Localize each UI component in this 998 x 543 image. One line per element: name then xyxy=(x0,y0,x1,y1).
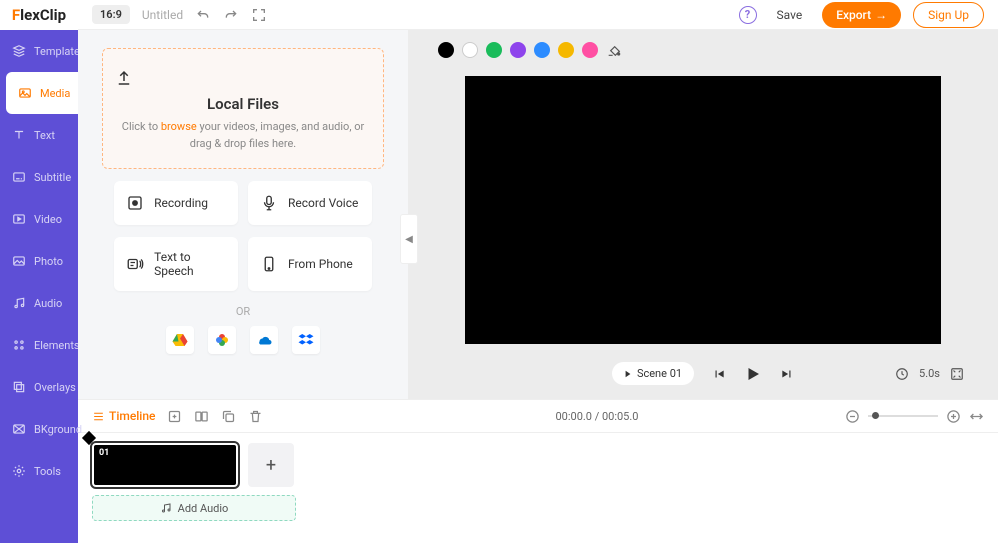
overlays-icon xyxy=(12,380,26,394)
bg-icon xyxy=(12,422,26,436)
sidebar-item-subtitle[interactable]: Subtitle xyxy=(0,156,78,198)
local-files-dropzone[interactable]: Local Files Click to browse your videos,… xyxy=(102,48,384,169)
subtitle-icon xyxy=(12,170,26,184)
elements-icon xyxy=(12,338,26,352)
color-swatch-black[interactable] xyxy=(438,42,454,58)
sidebar-item-photo[interactable]: Photo xyxy=(0,240,78,282)
image-icon xyxy=(18,86,32,100)
tts-icon xyxy=(126,255,144,273)
zoom-slider[interactable] xyxy=(868,415,938,417)
fullscreen-icon[interactable] xyxy=(251,7,267,23)
export-button[interactable]: Export→ xyxy=(822,2,901,28)
stack-icon xyxy=(12,44,26,58)
color-swatch-yellow[interactable] xyxy=(558,42,574,58)
fit-icon[interactable] xyxy=(969,409,984,424)
project-title[interactable]: Untitled xyxy=(142,8,183,22)
sidebar-item-overlays[interactable]: Overlays xyxy=(0,366,78,408)
color-swatch-purple[interactable] xyxy=(510,42,526,58)
color-swatch-pink[interactable] xyxy=(582,42,598,58)
color-swatch-blue[interactable] xyxy=(534,42,550,58)
or-label: OR xyxy=(236,305,250,318)
text-icon xyxy=(12,128,26,142)
photo-icon xyxy=(12,254,26,268)
color-swatches xyxy=(438,38,968,66)
add-scene-button[interactable]: + xyxy=(248,443,294,487)
onedrive-icon[interactable] xyxy=(250,326,278,354)
canvas-area: Scene 01 5.0s xyxy=(408,30,998,399)
tools-icon xyxy=(12,464,26,478)
sidebar-item-bkground[interactable]: BKground xyxy=(0,408,78,450)
phone-icon xyxy=(260,255,278,273)
audio-icon xyxy=(12,296,26,310)
gphotos-icon[interactable] xyxy=(208,326,236,354)
sidebar-item-templates[interactable]: Templates xyxy=(0,30,78,72)
color-swatch-white[interactable] xyxy=(462,42,478,58)
paint-bucket-icon[interactable] xyxy=(606,42,622,58)
music-note-icon xyxy=(160,502,172,514)
dropbox-icon[interactable] xyxy=(292,326,320,354)
save-button[interactable]: Save xyxy=(769,4,811,26)
color-swatch-green[interactable] xyxy=(486,42,502,58)
clock-icon xyxy=(895,367,909,381)
record-icon xyxy=(126,194,144,212)
copy-icon[interactable] xyxy=(221,409,236,424)
arrow-right-icon: → xyxy=(875,8,887,22)
help-icon[interactable]: ? xyxy=(739,6,757,24)
text-to-speech-tile[interactable]: Text to Speech xyxy=(114,237,238,291)
undo-icon[interactable] xyxy=(195,7,211,23)
mic-icon xyxy=(260,194,278,212)
player-controls: Scene 01 5.0s xyxy=(438,354,968,393)
duration-label: 5.0s xyxy=(919,367,940,380)
prev-scene-icon[interactable] xyxy=(712,367,726,381)
timeline-tab[interactable]: Timeline xyxy=(92,409,155,423)
timeline-time: 00:00.0 / 00:05.0 xyxy=(555,410,638,423)
collapse-panel-button[interactable]: ◀ xyxy=(400,214,418,264)
play-icon[interactable] xyxy=(744,365,762,383)
add-scene-icon[interactable] xyxy=(167,409,182,424)
dropzone-title: Local Files xyxy=(115,95,371,113)
sidebar-item-text[interactable]: Text xyxy=(0,114,78,156)
from-phone-tile[interactable]: From Phone xyxy=(248,237,372,291)
video-canvas[interactable] xyxy=(465,76,941,344)
timeline-tracks: 01 + Add Audio xyxy=(78,433,998,543)
recording-tile[interactable]: Recording xyxy=(114,181,238,225)
delete-icon[interactable] xyxy=(248,409,263,424)
redo-icon[interactable] xyxy=(223,7,239,23)
logo[interactable]: FlexClip xyxy=(0,0,78,30)
signup-button[interactable]: Sign Up xyxy=(913,2,984,28)
sidebar-item-elements[interactable]: Elements xyxy=(0,324,78,366)
next-scene-icon[interactable] xyxy=(780,367,794,381)
scene-clip[interactable]: 01 xyxy=(92,443,238,487)
zoom-out-icon[interactable] xyxy=(845,409,860,424)
media-panel: Local Files Click to browse your videos,… xyxy=(78,30,408,399)
aspect-ratio-badge[interactable]: 16:9 xyxy=(92,5,130,24)
topbar: 16:9 Untitled ? Save Export→ Sign Up xyxy=(78,0,998,30)
dropzone-hint: Click to browse your videos, images, and… xyxy=(115,119,371,152)
add-audio-button[interactable]: Add Audio xyxy=(92,495,296,521)
scene-button[interactable]: Scene 01 xyxy=(612,362,694,385)
sidebar-item-audio[interactable]: Audio xyxy=(0,282,78,324)
split-icon[interactable] xyxy=(194,409,209,424)
timeline-toolbar: Timeline 00:00.0 / 00:05.0 xyxy=(78,399,998,433)
sidebar-item-tools[interactable]: Tools xyxy=(0,450,78,492)
sidebar: FlexClip TemplatesMediaTextSubtitleVideo… xyxy=(0,0,78,543)
expand-icon[interactable] xyxy=(950,367,964,381)
gdrive-icon[interactable] xyxy=(166,326,194,354)
sidebar-item-media[interactable]: Media xyxy=(6,72,78,114)
upload-icon xyxy=(115,69,371,87)
sidebar-item-video[interactable]: Video xyxy=(0,198,78,240)
zoom-in-icon[interactable] xyxy=(946,409,961,424)
video-icon xyxy=(12,212,26,226)
record-voice-tile[interactable]: Record Voice xyxy=(248,181,372,225)
